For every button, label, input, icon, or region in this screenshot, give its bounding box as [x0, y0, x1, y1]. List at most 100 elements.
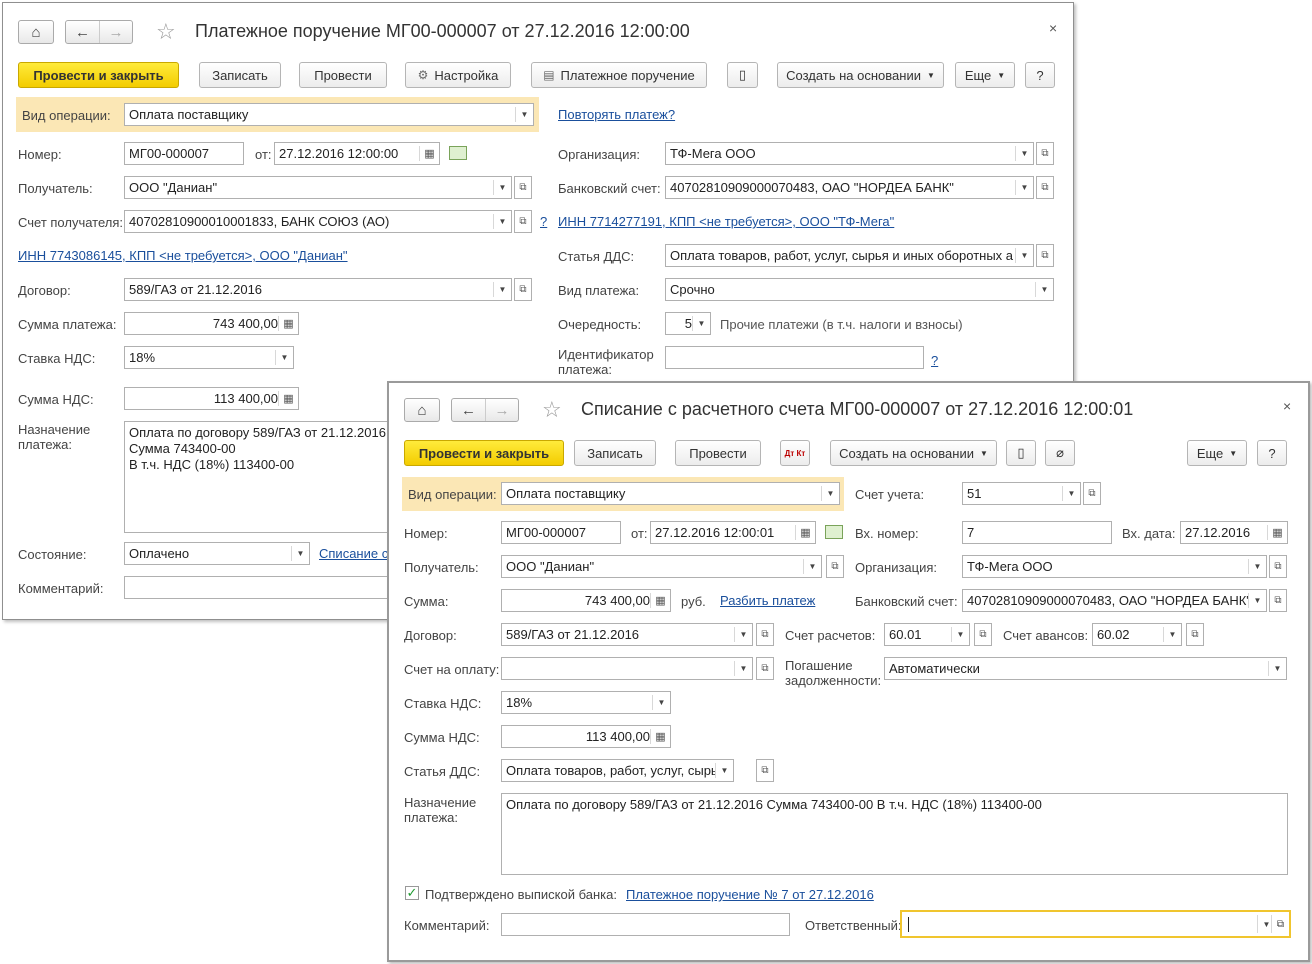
settlement-account-select[interactable]: 60.01 ▼ [884, 623, 970, 646]
advance-account-select[interactable]: 60.02 ▼ [1092, 623, 1182, 646]
open-icon[interactable]: ⧉ [756, 759, 774, 782]
calculator-icon[interactable]: ▦ [650, 593, 670, 608]
incoming-number-field[interactable]: 7 [962, 521, 1112, 544]
date-field[interactable]: 27.12.2016 12:00:01 ▦ [650, 521, 816, 544]
open-icon[interactable]: ⧉ [826, 555, 844, 578]
recipient-select[interactable]: ООО "Даниан" ▼ [124, 176, 512, 199]
print-payment-order-button[interactable]: ▤ Платежное поручение [531, 62, 707, 88]
forward-arrow-icon[interactable]: → [99, 21, 132, 43]
open-icon[interactable]: ⧉ [1036, 142, 1054, 165]
post-button[interactable]: Провести [675, 440, 761, 466]
edi-status-icon[interactable] [449, 146, 467, 160]
invoice-select[interactable]: ▼ [501, 657, 753, 680]
bank-account-select[interactable]: 40702810909000070483, ОАО "НОРДЕА БАНК" ▼ [665, 176, 1034, 199]
home-button[interactable]: ⌂ [18, 20, 54, 44]
incoming-date-field[interactable]: 27.12.2016 ▦ [1180, 521, 1288, 544]
favorite-star-icon[interactable]: ☆ [156, 21, 176, 43]
save-button[interactable]: Записать [574, 440, 656, 466]
recipient-select[interactable]: ООО "Даниан" ▼ [501, 555, 822, 578]
more-button[interactable]: Еще ▼ [1187, 440, 1247, 466]
more-button[interactable]: Еще ▼ [955, 62, 1015, 88]
calendar-icon[interactable]: ▦ [1267, 525, 1287, 540]
open-icon[interactable]: ⧉ [974, 623, 992, 646]
open-icon[interactable]: ⧉ [1269, 589, 1287, 612]
calculator-icon[interactable]: ▦ [650, 729, 670, 744]
payment-id-field[interactable] [665, 346, 924, 369]
help-button[interactable]: ? [1025, 62, 1055, 88]
recipient-account-select[interactable]: 40702810900010001833, БАНК СОЮЗ (АО) ▼ [124, 210, 512, 233]
open-icon[interactable]: ⧉ [1036, 244, 1054, 267]
help-button[interactable]: ? [1257, 440, 1287, 466]
open-icon[interactable]: ⧉ [1186, 623, 1204, 646]
close-icon[interactable]: × [1283, 398, 1291, 414]
open-icon[interactable]: ⧉ [1269, 555, 1287, 578]
calculator-icon[interactable]: ▦ [278, 391, 298, 406]
open-icon[interactable]: ⧉ [514, 210, 532, 233]
vat-sum-field[interactable]: 113 400,00 ▦ [124, 387, 299, 410]
contract-select[interactable]: 589/ГАЗ от 21.12.2016 ▼ [501, 623, 753, 646]
contract-select[interactable]: 589/ГАЗ от 21.12.2016 ▼ [124, 278, 512, 301]
split-payment-link[interactable]: Разбить платеж [720, 593, 815, 608]
date-field[interactable]: 27.12.2016 12:00:00 ▦ [274, 142, 440, 165]
purpose-textarea[interactable]: Оплата по договору 589/ГАЗ от 21.12.2016… [501, 793, 1288, 875]
bank-confirmed-checkbox[interactable]: ✓ [405, 885, 419, 900]
vat-sum-field[interactable]: 113 400,00 ▦ [501, 725, 671, 748]
org-select[interactable]: ТФ-Мега ООО ▼ [962, 555, 1267, 578]
account-select[interactable]: 51 ▼ [962, 482, 1081, 505]
create-based-on-button[interactable]: Создать на основании ▼ [777, 62, 944, 88]
open-icon[interactable]: ⧉ [1036, 176, 1054, 199]
calculator-icon[interactable]: ▦ [278, 316, 298, 331]
responsible-select[interactable]: ▼ ⧉ [900, 910, 1291, 938]
state-select[interactable]: Оплачено ▼ [124, 542, 310, 565]
write-off-link[interactable]: Списание с [319, 546, 388, 561]
help-question-link[interactable]: ? [931, 353, 938, 368]
amount-field[interactable]: 743 400,00 ▦ [124, 312, 299, 335]
document-button[interactable]: ▯ [727, 62, 758, 88]
repeat-payment-link[interactable]: Повторять платеж? [558, 107, 675, 122]
favorite-star-icon[interactable]: ☆ [542, 399, 562, 421]
create-based-on-button[interactable]: Создать на основании ▼ [830, 440, 997, 466]
post-and-close-button[interactable]: Провести и закрыть [404, 440, 564, 466]
dt-kt-button[interactable]: Дт Кт [780, 440, 810, 466]
settings-button[interactable]: ⚙ Настройка [405, 62, 511, 88]
save-button[interactable]: Записать [199, 62, 281, 88]
payment-order-link[interactable]: Платежное поручение № 7 от 27.12.2016 [626, 887, 874, 902]
number-field[interactable]: МГ00-000007 [124, 142, 244, 165]
comment-field[interactable] [501, 913, 790, 936]
priority-select[interactable]: 5 ▼ [665, 312, 711, 335]
close-icon[interactable]: × [1049, 20, 1057, 36]
org-select[interactable]: ТФ-Мега ООО ▼ [665, 142, 1034, 165]
open-icon[interactable]: ⧉ [1271, 915, 1289, 933]
home-button[interactable]: ⌂ [404, 398, 440, 422]
dds-select[interactable]: Оплата товаров, работ, услуг, сырья и ин… [501, 759, 734, 782]
open-icon[interactable]: ⧉ [514, 278, 532, 301]
open-icon[interactable]: ⧉ [756, 623, 774, 646]
sum-field[interactable]: 743 400,00 ▦ [501, 589, 671, 612]
calendar-icon[interactable]: ▦ [795, 525, 815, 540]
bank-account-select[interactable]: 40702810909000070483, ОАО "НОРДЕА БАНК" ▼ [962, 589, 1267, 612]
op-type-select[interactable]: Оплата поставщику ▼ [501, 482, 840, 505]
post-and-close-button[interactable]: Провести и закрыть [18, 62, 179, 88]
vat-rate-select[interactable]: 18% ▼ [501, 691, 671, 714]
dds-select[interactable]: Оплата товаров, работ, услуг, сырья и ин… [665, 244, 1034, 267]
vat-rate-select[interactable]: 18% ▼ [124, 346, 294, 369]
attachment-button[interactable]: ⌀ [1045, 440, 1075, 466]
purpose-textarea[interactable]: Оплата по договору 589/ГАЗ от 21.12.2016… [124, 421, 394, 533]
post-button[interactable]: Провести [299, 62, 387, 88]
recipient-inn-link[interactable]: ИНН 7743086145, КПП <не требуется>, ООО … [18, 248, 348, 263]
help-question-link[interactable]: ? [540, 214, 547, 229]
repayment-select[interactable]: Автоматически ▼ [884, 657, 1287, 680]
open-icon[interactable]: ⧉ [514, 176, 532, 199]
pay-kind-select[interactable]: Срочно ▼ [665, 278, 1054, 301]
document-button[interactable]: ▯ [1006, 440, 1036, 466]
forward-arrow-icon[interactable]: → [485, 399, 518, 421]
org-inn-link[interactable]: ИНН 7714277191, КПП <не требуется>, ООО … [558, 214, 894, 229]
edi-status-icon[interactable] [825, 525, 843, 539]
number-field[interactable]: МГ00-000007 [501, 521, 621, 544]
calendar-icon[interactable]: ▦ [419, 146, 439, 161]
back-arrow-icon[interactable]: ← [66, 21, 99, 43]
comment-field[interactable] [124, 576, 394, 599]
op-type-select[interactable]: Оплата поставщику ▼ [124, 103, 534, 126]
open-icon[interactable]: ⧉ [1083, 482, 1101, 505]
back-arrow-icon[interactable]: ← [452, 399, 485, 421]
